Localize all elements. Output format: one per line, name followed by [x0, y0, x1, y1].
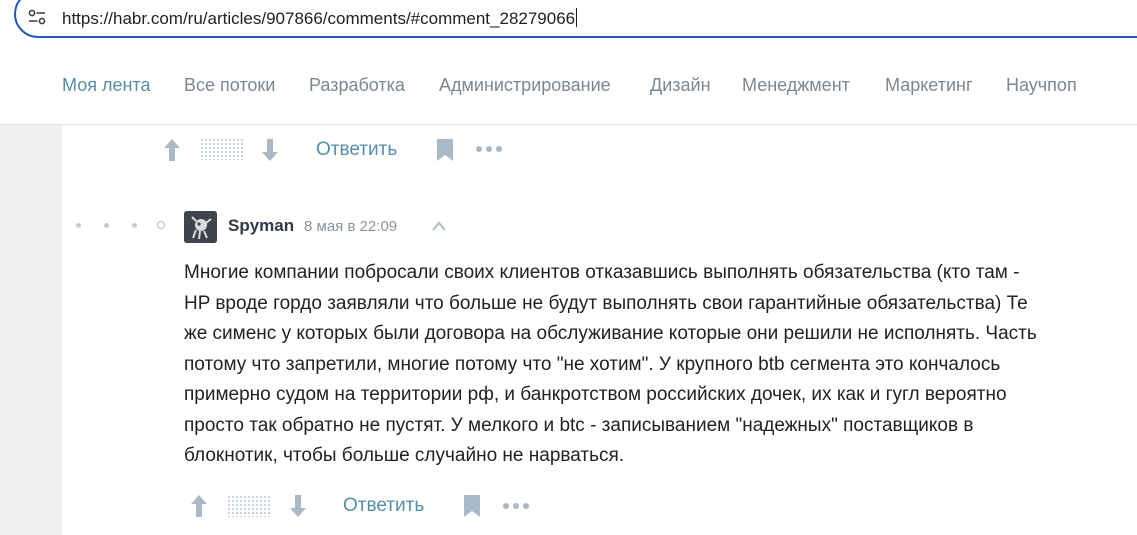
- bookmark-icon[interactable]: [435, 138, 455, 162]
- reply-button[interactable]: Ответить: [343, 495, 424, 517]
- url-text[interactable]: https://habr.com/ru/articles/907866/comm…: [62, 8, 578, 29]
- thread-dot: [104, 223, 109, 228]
- thread-dot: [76, 223, 81, 228]
- nav-item-marketing[interactable]: Маркетинг: [885, 75, 973, 96]
- nav-item-all-flows[interactable]: Все потоки: [184, 75, 275, 96]
- nav-item-development[interactable]: Разработка: [309, 75, 405, 96]
- flows-nav: Моя лента Все потоки Разработка Админист…: [0, 45, 1137, 125]
- nav-item-my-feed[interactable]: Моя лента: [62, 75, 150, 96]
- comment-line: примерно судом на территории рф, и банкр…: [184, 384, 1007, 405]
- score-hidden-pattern: [200, 138, 244, 160]
- comment-line: потому что запретили, многие потому что …: [184, 353, 1001, 375]
- comment-line: Многие компании побросали своих клиентов…: [184, 262, 1020, 283]
- comment-line: HP вроде гордо заявляли что больше не бу…: [184, 292, 1028, 314]
- nav-item-popsci[interactable]: Научпоп: [1006, 75, 1077, 96]
- comment-line: же сименс у которых были договора на обс…: [184, 323, 1037, 344]
- chevron-up-icon[interactable]: [430, 219, 448, 233]
- browser-toolbar: https://habr.com/ru/articles/907866/comm…: [0, 0, 1137, 45]
- nav-item-administration[interactable]: Администрирование: [439, 75, 611, 96]
- comment-timestamp[interactable]: 8 мая в 22:09: [304, 218, 397, 235]
- upvote-arrow-icon[interactable]: [189, 493, 209, 519]
- nav-item-design[interactable]: Дизайн: [650, 75, 711, 96]
- downvote-arrow-icon[interactable]: [288, 493, 308, 519]
- tune-icon[interactable]: [28, 9, 46, 25]
- comment-line: блокнотик, чтобы больше случайно не нарв…: [184, 445, 625, 466]
- reply-button[interactable]: Ответить: [316, 139, 397, 161]
- more-options-icon[interactable]: [502, 501, 530, 511]
- user-avatar-icon: [184, 211, 217, 243]
- downvote-arrow-icon[interactable]: [260, 137, 280, 163]
- avatar[interactable]: [184, 211, 217, 243]
- comment-body: Многие компании побросали своих клиентов…: [184, 258, 1124, 472]
- upvote-arrow-icon[interactable]: [162, 137, 182, 163]
- score-hidden-pattern: [227, 495, 271, 517]
- page-gutter: [0, 125, 62, 535]
- bookmark-icon[interactable]: [462, 494, 482, 518]
- thread-ring[interactable]: [157, 221, 165, 229]
- nav-item-management[interactable]: Менеджмент: [742, 75, 850, 96]
- thread-dot: [132, 223, 137, 228]
- comment-line: просто так обратно не пустят. У мелкого …: [184, 414, 974, 436]
- more-options-icon[interactable]: [475, 144, 503, 154]
- text-cursor: [576, 8, 578, 27]
- comment-author[interactable]: Spyman: [228, 216, 294, 236]
